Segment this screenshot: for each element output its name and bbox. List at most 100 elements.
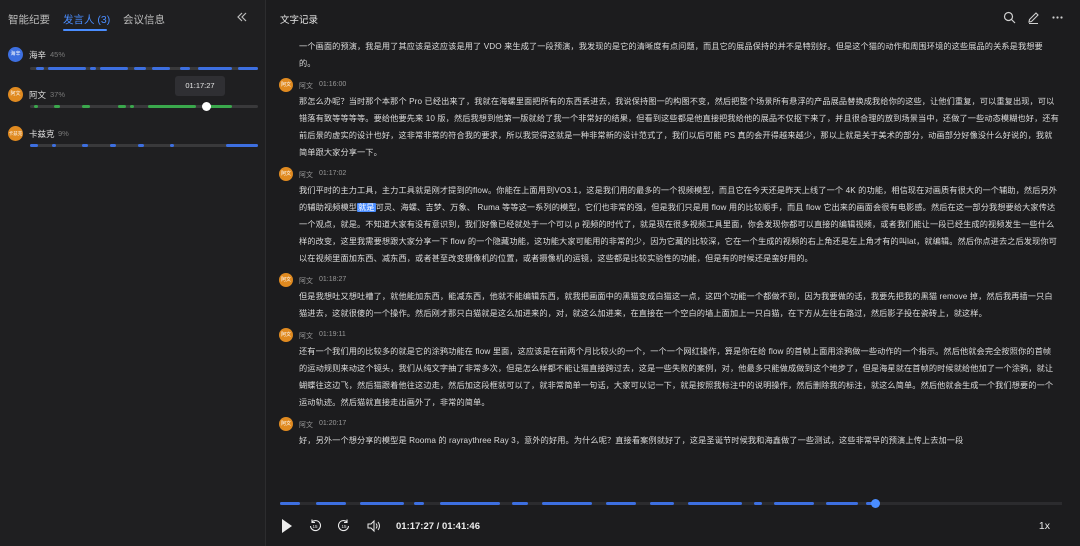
timeline-segment	[100, 67, 128, 70]
transcript-segment: 阿文 阿文 01:16:00 那怎么办呢？当时那个本那个 Pro 已经出来了，我…	[279, 78, 1059, 161]
progress-segment	[512, 502, 528, 505]
progress-segment	[688, 502, 742, 505]
transcript-text: 但是我想吐又想吐槽了，就他能加东西，能减东西，他就不能编辑东西，就我把画面中的黑…	[299, 292, 1053, 318]
player-controls: 15 15 01:17:27 / 01:41:46 1x	[280, 517, 1062, 537]
panel-title: 文字记录	[280, 15, 319, 26]
segment-timestamp[interactable]: 01:18:27	[319, 276, 346, 283]
timeline-segment	[48, 67, 86, 70]
edit-icon[interactable]	[1027, 11, 1040, 24]
timeline-segment	[130, 105, 134, 108]
progress-segment	[754, 502, 762, 505]
more-icon[interactable]	[1051, 11, 1064, 24]
segment-speaker: 阿文	[299, 83, 313, 90]
transcript-text: 还有一个我们用的比较多的就是它的涂鸦功能在 flow 里面，这应该是在前两个月比…	[299, 347, 1054, 407]
current-word-highlight: 就是	[357, 203, 376, 212]
progress-segment	[280, 502, 300, 505]
playback-speed[interactable]: 1x	[1039, 520, 1050, 532]
timeline-segment	[170, 144, 174, 147]
volume-icon[interactable]	[366, 517, 382, 535]
avatar: 阿文	[279, 78, 293, 92]
timeline-segment	[148, 105, 196, 108]
progress-segment	[826, 502, 858, 505]
timeline-segment	[30, 144, 38, 147]
timeline-segment	[90, 67, 96, 70]
segment-timestamp[interactable]: 01:19:11	[319, 331, 346, 338]
transcript-segment: 阿文 阿文 01:19:11 还有一个我们用的比较多的就是它的涂鸦功能在 flo…	[279, 328, 1059, 411]
timeline-segment	[36, 67, 44, 70]
timeline-playhead[interactable]	[202, 102, 211, 111]
timeline-segment	[54, 105, 60, 108]
text-part: 可灵、海螺、吉梦、万象、 Ruma 等等这一系列的模型，它们也非常的强，但是我们…	[299, 203, 1057, 263]
timeline-segment	[152, 67, 170, 70]
timeline-segment	[138, 144, 144, 147]
segment-timestamp[interactable]: 01:20:17	[319, 420, 346, 427]
playback-progress-bar[interactable]	[280, 499, 1062, 508]
transcript-text: 我们平时的主力工具，主力工具就是刚才提到的flow。你能在上面用到VO3.1，这…	[279, 182, 1059, 267]
segment-timestamp[interactable]: 01:17:02	[319, 170, 346, 177]
transcript-list: 一个画面的预演，我是用了其应该是这应该是用了 VDO 来生成了一段预演，我发现的…	[279, 38, 1059, 494]
svg-text:15: 15	[312, 524, 318, 529]
speaker-row-kazike[interactable]: 卡兹克 卡兹克 9%	[8, 126, 258, 166]
active-tab-underline	[63, 29, 107, 31]
forward-15-icon[interactable]: 15	[337, 517, 351, 535]
collapse-panel-icon[interactable]	[235, 10, 249, 24]
segment-speaker: 阿文	[299, 172, 313, 179]
svg-text:15: 15	[341, 524, 347, 529]
avatar: 阿文	[279, 273, 293, 287]
avatar: 阿文	[279, 167, 293, 181]
transcript-text: 那怎么办呢？当时那个本那个 Pro 已经出来了，我就在海螺里面把所有的东西丢进去…	[299, 97, 1059, 157]
speaker-percent: 37%	[50, 90, 66, 99]
speaker-percent: 9%	[58, 129, 69, 138]
timeline-segment	[208, 105, 232, 108]
speaker-timeline[interactable]	[30, 144, 258, 147]
transcript-text: 好，另外一个想分享的模型是 Rooma 的 rayraythree Ray 3，…	[299, 436, 964, 445]
speaker-timeline[interactable]	[30, 102, 258, 111]
timeline-segment	[238, 67, 258, 70]
timeline-segment	[198, 67, 232, 70]
playback-time: 01:17:27 / 01:41:46	[396, 521, 480, 532]
tab-smart-summary[interactable]: 智能纪要	[8, 12, 50, 27]
timeline-segment	[118, 105, 126, 108]
speaker-name: 海辛	[29, 50, 47, 60]
progress-segment	[440, 502, 500, 505]
progress-segment	[414, 502, 424, 505]
segment-speaker: 阿文	[299, 278, 313, 285]
timeline-segment	[52, 144, 56, 147]
timeline-segment	[134, 67, 146, 70]
speaker-percent: 45%	[50, 50, 66, 59]
transcript-panel: 文字记录 一个画面的预演，我是用了其应该是这应该是用了 VDO 来生成了一段预演…	[267, 0, 1080, 546]
avatar: 阿文	[8, 87, 23, 102]
panel-toolbar	[995, 11, 1065, 25]
segment-speaker: 阿文	[299, 333, 313, 340]
speaker-name: 阿文	[29, 90, 47, 100]
progress-segment	[650, 502, 674, 505]
segment-speaker: 阿文	[299, 422, 313, 429]
progress-segment	[316, 502, 346, 505]
speaker-name: 卡兹克	[29, 129, 55, 139]
avatar: 卡兹克	[8, 126, 23, 141]
speaker-row-awen[interactable]: 阿文 阿文 37%	[8, 87, 258, 127]
progress-segment	[774, 502, 814, 505]
progress-segment	[542, 502, 592, 505]
rewind-15-icon[interactable]: 15	[308, 517, 322, 535]
play-icon[interactable]	[280, 517, 294, 535]
transcript-segment: 阿文 阿文 01:17:02 我们平时的主力工具，主力工具就是刚才提到的flow…	[279, 167, 1059, 267]
timeline-segment	[34, 105, 38, 108]
avatar: 海辛	[8, 47, 23, 62]
search-icon[interactable]	[1003, 11, 1016, 24]
tab-speakers[interactable]: 发言人 (3)	[63, 12, 110, 27]
segment-timestamp[interactable]: 01:16:00	[319, 81, 346, 88]
speaker-panel: 智能纪要 发言人 (3) 会议信息 海辛 海辛 45% 01:17:27 阿文 …	[0, 0, 266, 546]
transcript-segment: 阿文 阿文 01:18:27 但是我想吐又想吐槽了，就他能加东西，能减东西，他就…	[279, 273, 1059, 322]
avatar: 阿文	[279, 328, 293, 342]
transcript-text: 一个画面的预演，我是用了其应该是这应该是用了 VDO 来生成了一段预演，我发现的…	[299, 42, 1043, 68]
timeline-segment	[180, 67, 190, 70]
timeline-segment	[110, 144, 116, 147]
tab-meeting-info[interactable]: 会议信息	[123, 12, 165, 27]
timeline-segment	[82, 105, 90, 108]
speaker-timeline[interactable]	[30, 67, 258, 70]
timeline-segment	[82, 144, 88, 147]
avatar: 阿文	[279, 417, 293, 431]
progress-playhead[interactable]	[871, 499, 881, 508]
left-tabs: 智能纪要 发言人 (3) 会议信息	[8, 12, 253, 32]
